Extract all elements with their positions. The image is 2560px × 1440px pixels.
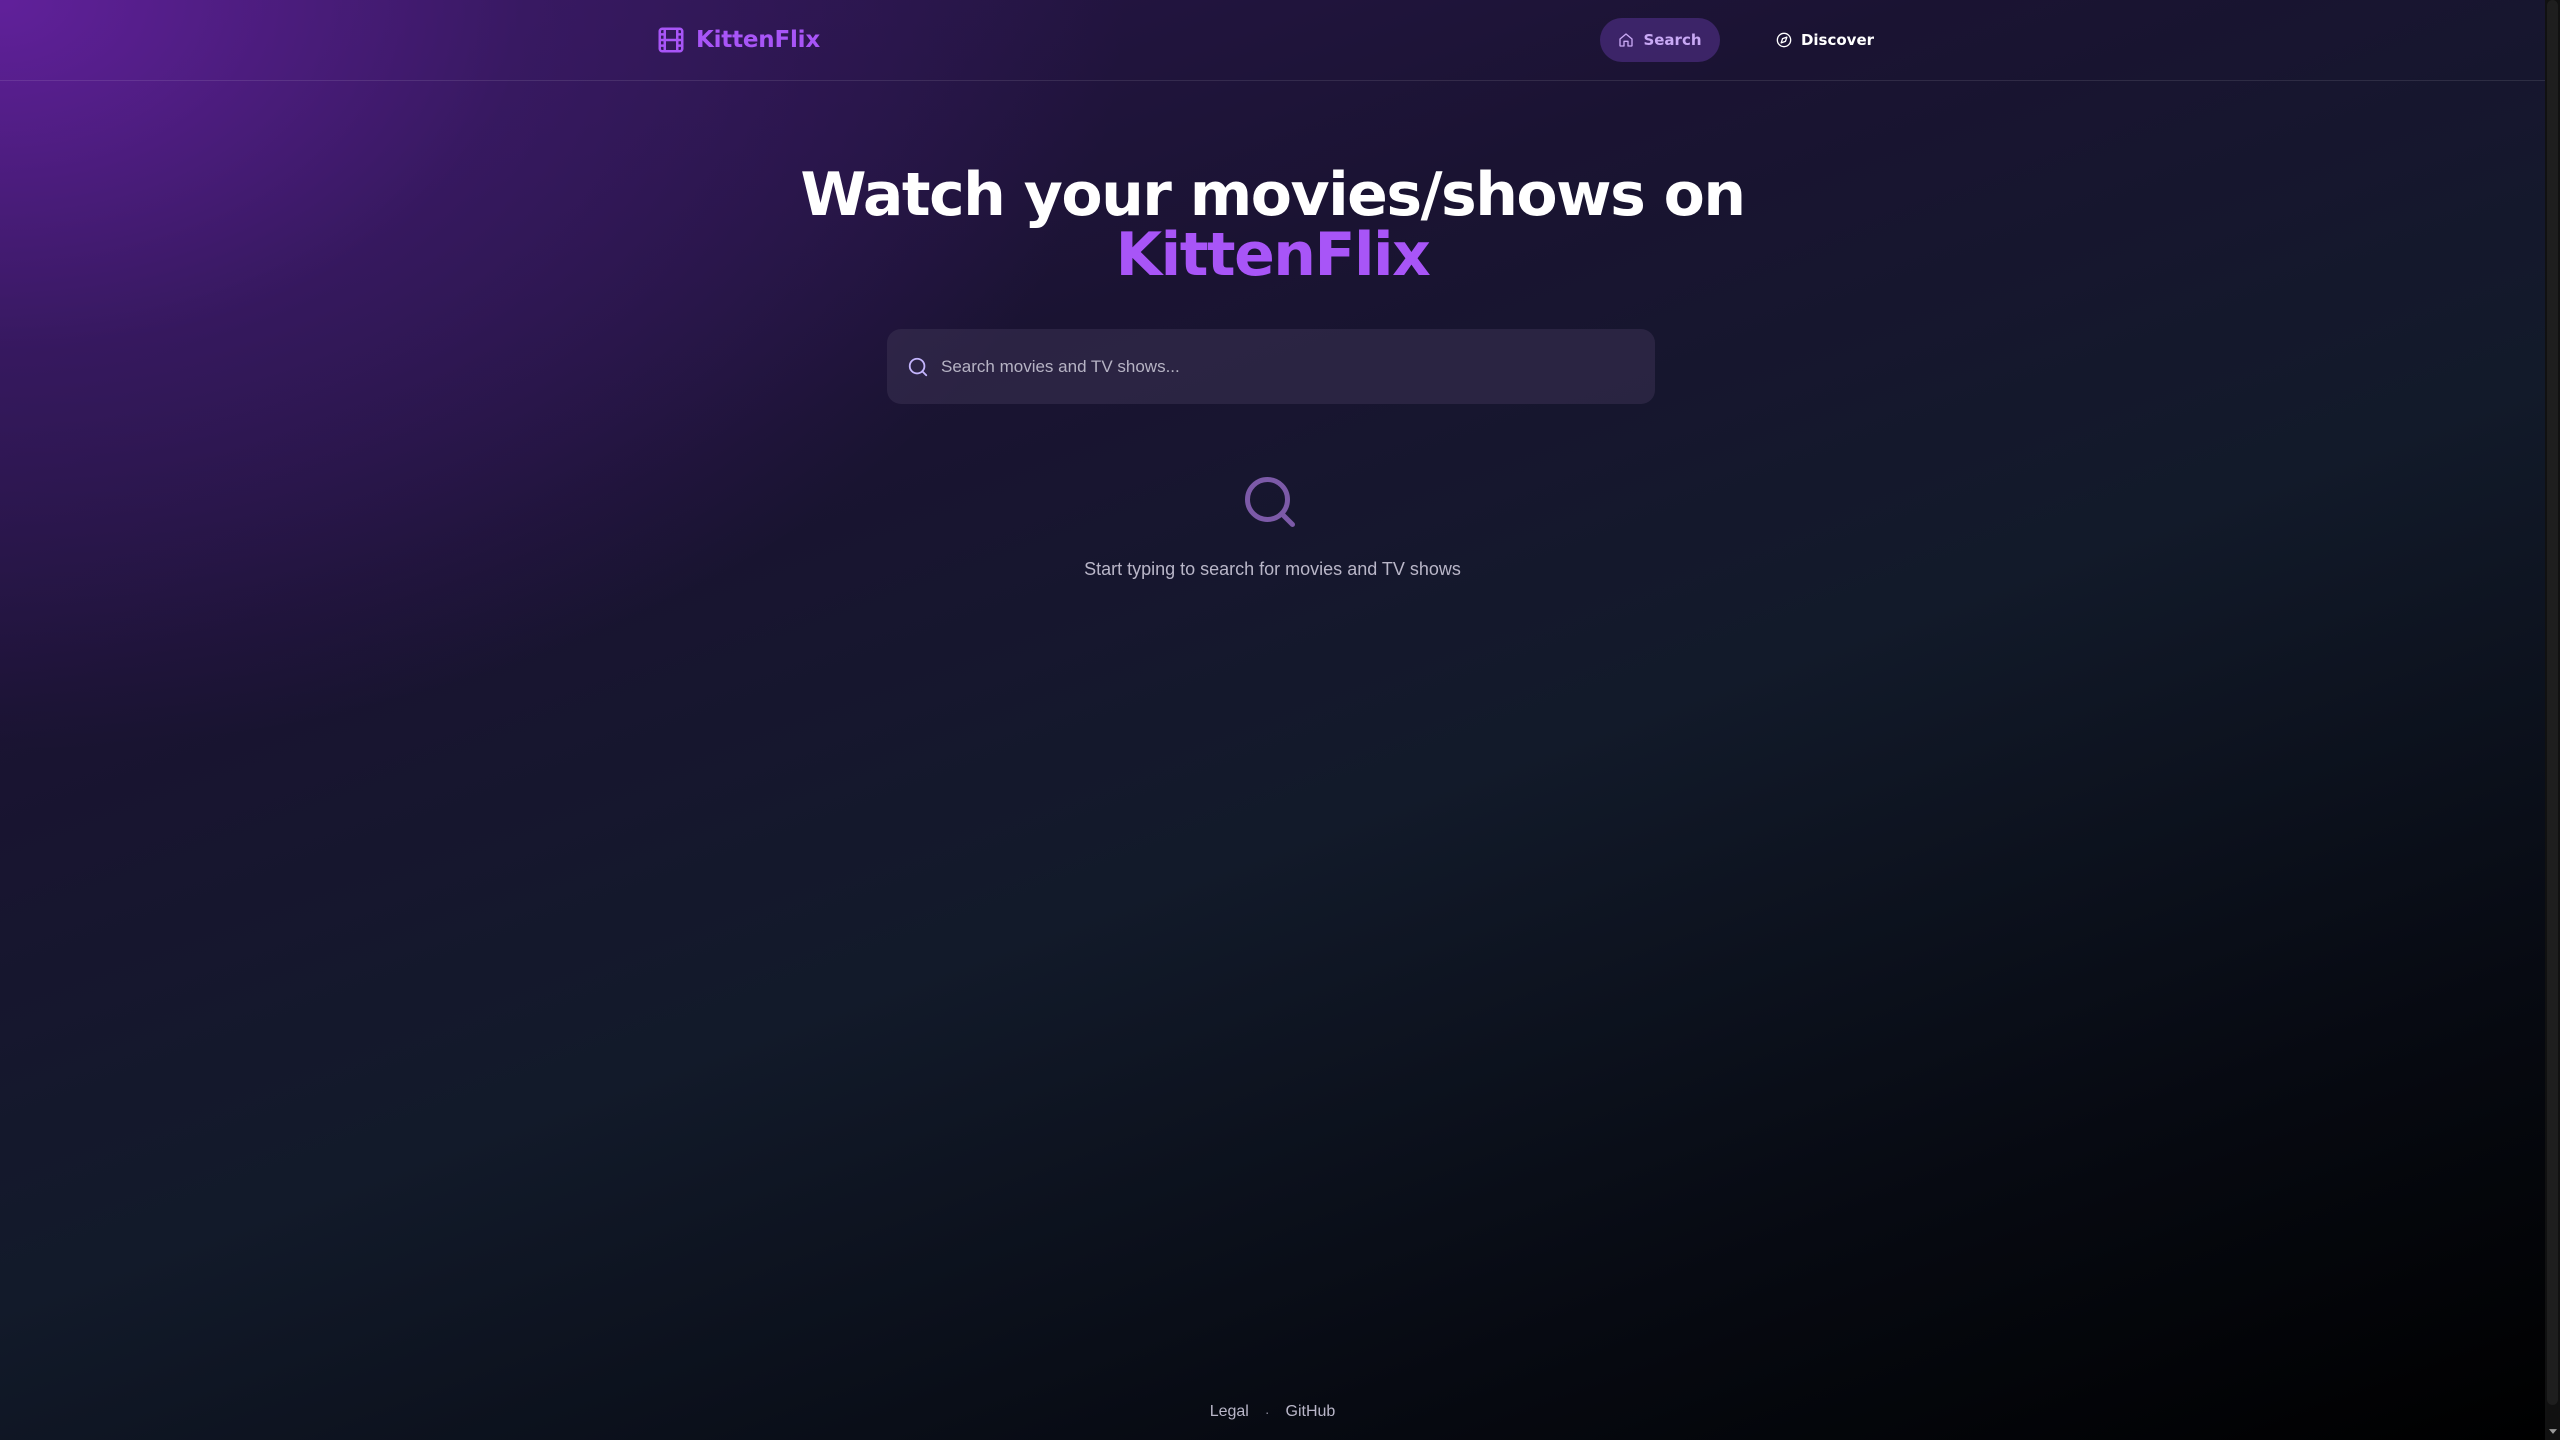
footer: Legal · GitHub	[0, 1400, 2545, 1424]
hero-title-brand: KittenFlix	[1115, 220, 1431, 290]
compass-icon	[1776, 32, 1792, 48]
page: KittenFlix Search Discover Watch your mo…	[0, 0, 2545, 1440]
brand-name: KittenFlix	[696, 27, 820, 53]
search-icon	[907, 356, 929, 378]
film-icon	[656, 25, 686, 55]
home-icon	[1618, 32, 1634, 48]
footer-link-legal[interactable]: Legal	[1210, 1403, 1249, 1421]
scrollbar-thumb[interactable]	[2547, 0, 2558, 1405]
nav-discover-button[interactable]: Discover	[1770, 18, 1880, 62]
footer-separator: ·	[1264, 1404, 1270, 1420]
nav-search-label: Search	[1643, 31, 1702, 49]
brand-logo-link[interactable]: KittenFlix	[656, 24, 820, 56]
vertical-scrollbar[interactable]	[2545, 0, 2560, 1440]
search-input[interactable]	[941, 329, 1631, 404]
empty-state-message: Start typing to search for movies and TV…	[1084, 559, 1461, 579]
nav-discover-label: Discover	[1800, 31, 1875, 49]
scroll-down-arrow-icon[interactable]	[2545, 1424, 2560, 1438]
empty-state-search-icon	[1240, 472, 1300, 532]
top-navbar: KittenFlix Search Discover	[0, 0, 2545, 81]
footer-link-github[interactable]: GitHub	[1286, 1403, 1336, 1421]
search-box	[887, 329, 1655, 404]
nav-search-button[interactable]: Search	[1600, 18, 1720, 62]
